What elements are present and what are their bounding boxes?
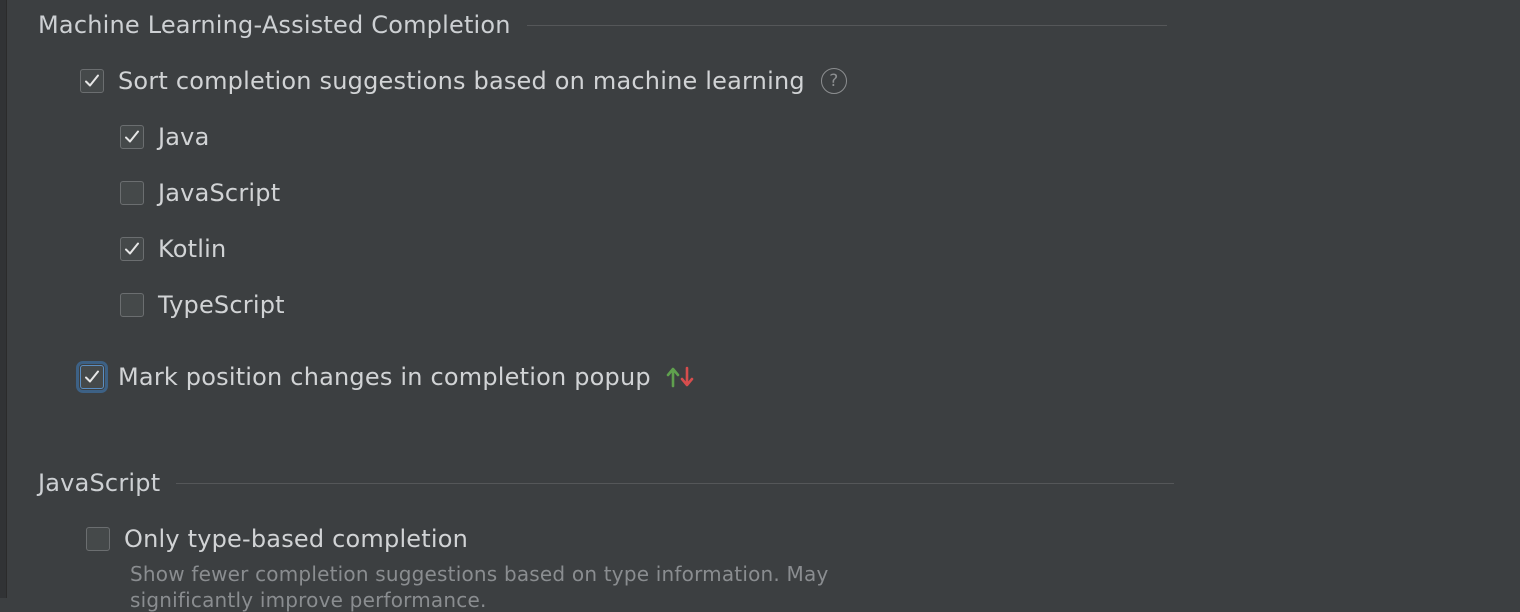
typescript-checkbox[interactable]: [120, 293, 144, 317]
sort-ml-option[interactable]: Sort completion suggestions based on mac…: [80, 64, 847, 98]
sort-ml-label: Sort completion suggestions based on mac…: [118, 67, 805, 95]
kotlin-label: Kotlin: [158, 235, 227, 263]
language-item-typescript[interactable]: TypeScript: [120, 288, 285, 322]
ml-section-separator: [526, 24, 1167, 26]
js-section-title: JavaScript: [38, 469, 161, 497]
javascript-checkbox[interactable]: [120, 181, 144, 205]
language-item-kotlin[interactable]: Kotlin: [120, 232, 226, 266]
up-down-arrows-icon: [665, 365, 697, 389]
mark-position-label: Mark position changes in completion popu…: [118, 363, 651, 391]
type-based-label: Only type-based completion: [124, 525, 469, 553]
mark-position-option[interactable]: Mark position changes in completion popu…: [76, 360, 697, 394]
javascript-label: JavaScript: [158, 179, 281, 207]
js-section-header: JavaScript: [38, 466, 1175, 500]
type-based-description: Show fewer completion suggestions based …: [130, 562, 829, 586]
type-based-description-continued: significantly improve performance.: [130, 588, 487, 612]
java-checkbox[interactable]: [120, 125, 144, 149]
panel-left-edge: [0, 0, 7, 598]
mark-position-checkbox[interactable]: [76, 361, 108, 393]
language-item-java[interactable]: Java: [120, 120, 210, 154]
java-label: Java: [158, 123, 210, 151]
ml-section-title: Machine Learning-Assisted Completion: [38, 11, 511, 39]
type-based-checkbox[interactable]: [86, 527, 110, 551]
language-item-javascript[interactable]: JavaScript: [120, 176, 280, 210]
question-circle-icon[interactable]: ?: [820, 68, 847, 94]
sort-ml-checkbox[interactable]: [80, 69, 104, 93]
ml-section-header: Machine Learning-Assisted Completion: [38, 8, 1167, 42]
kotlin-checkbox[interactable]: [120, 237, 144, 261]
typescript-label: TypeScript: [158, 291, 285, 319]
type-based-option[interactable]: Only type-based completion: [86, 522, 468, 556]
js-section-separator: [176, 482, 1175, 484]
